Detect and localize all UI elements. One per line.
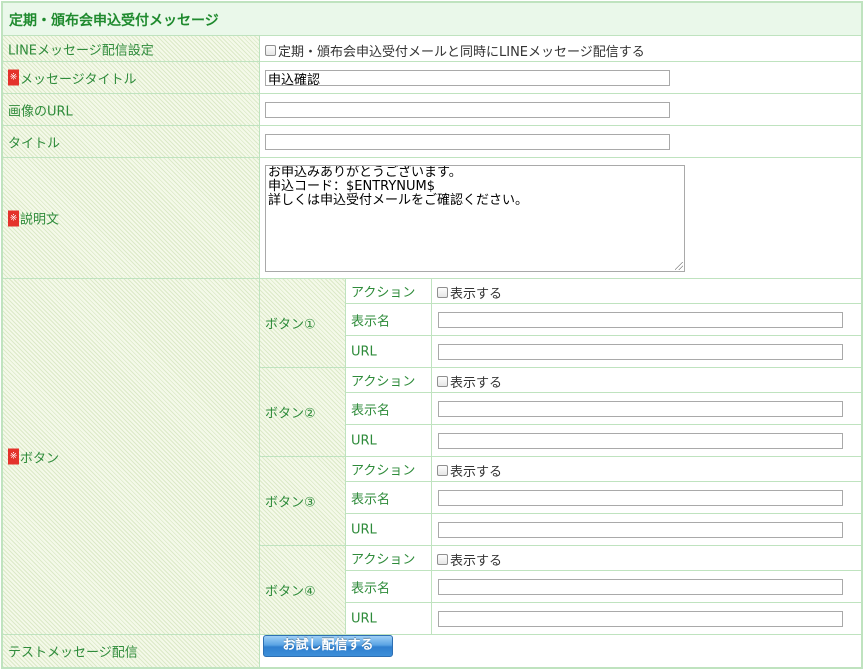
button-4-display-label: 表示名 bbox=[351, 581, 391, 596]
button-2-action-label: アクション bbox=[351, 374, 416, 390]
required-mark: ※ bbox=[8, 448, 19, 465]
button-4-url-cell bbox=[432, 603, 861, 634]
button-2-name: ボタン② bbox=[265, 406, 316, 422]
button-4-name-cell: ボタン④ bbox=[260, 546, 345, 634]
image-url-label: 画像のURL bbox=[8, 104, 73, 119]
description-textarea[interactable] bbox=[265, 165, 685, 272]
message-title-value-cell bbox=[260, 62, 861, 93]
button-2-show-checkbox[interactable] bbox=[437, 376, 448, 387]
button-2-url-label-cell: URL bbox=[346, 425, 431, 456]
button-1-show-checkbox[interactable] bbox=[437, 287, 448, 298]
title-label: タイトル bbox=[8, 136, 61, 151]
button-1-display-cell bbox=[432, 304, 861, 335]
required-mark: ※ bbox=[8, 210, 19, 226]
button-4-show-label: 表示する bbox=[450, 554, 503, 569]
button-4-display-name-input[interactable] bbox=[438, 579, 843, 595]
test-send-button[interactable]: お試し配信する bbox=[263, 635, 393, 657]
button-1-action-label: アクション bbox=[351, 285, 416, 301]
button-1-display-label-cell: 表示名 bbox=[346, 304, 431, 335]
button-2-url-input[interactable] bbox=[438, 433, 843, 449]
section-header: 定期・頒布会申込受付メッセージ bbox=[3, 3, 861, 36]
button-2-display-label-cell: 表示名 bbox=[346, 393, 431, 424]
resize-grip-icon[interactable] bbox=[675, 262, 683, 270]
button-3-name: ボタン③ bbox=[265, 495, 316, 511]
button-2-url-cell bbox=[432, 425, 861, 456]
button-3-action-cell: 表示する bbox=[432, 457, 861, 481]
buttons-label-cell: ※ ボタン bbox=[3, 279, 259, 634]
description-label-cell: ※ 説明文 bbox=[3, 158, 259, 278]
button-1-action-label-cell: アクション bbox=[346, 279, 431, 303]
required-mark: ※ bbox=[8, 69, 19, 86]
button-3-display-label: 表示名 bbox=[351, 492, 391, 507]
test-message-label-cell: テストメッセージ配信 bbox=[3, 635, 259, 667]
button-4-action-label: アクション bbox=[351, 552, 416, 568]
message-title-label-cell: ※ メッセージタイトル bbox=[3, 62, 259, 93]
button-4-url-label-cell: URL bbox=[346, 603, 431, 634]
image-url-value-cell bbox=[260, 94, 861, 125]
button-4-name: ボタン④ bbox=[265, 584, 316, 600]
button-2-action-cell: 表示する bbox=[432, 368, 861, 392]
title-input[interactable] bbox=[265, 134, 670, 150]
button-1-show-option[interactable]: 表示する bbox=[437, 283, 502, 302]
button-2-action-label-cell: アクション bbox=[346, 368, 431, 392]
line-message-form: 定期・頒布会申込受付メッセージ LINEメッセージ配信設定 定期・頒布会申込受付… bbox=[1, 1, 863, 669]
buttons-label: ボタン bbox=[20, 451, 60, 466]
button-1-display-name-input[interactable] bbox=[438, 312, 843, 328]
button-3-show-checkbox[interactable] bbox=[437, 465, 448, 476]
button-3-action-label: アクション bbox=[351, 463, 416, 479]
button-3-url-cell bbox=[432, 514, 861, 545]
button-4-show-checkbox[interactable] bbox=[437, 554, 448, 565]
button-4-url-label: URL bbox=[351, 611, 377, 626]
line-setting-label: LINEメッセージ配信設定 bbox=[8, 43, 154, 58]
title-label-cell: タイトル bbox=[3, 126, 259, 157]
image-url-input[interactable] bbox=[265, 102, 670, 118]
button-1-display-label: 表示名 bbox=[351, 314, 391, 329]
button-1-url-input[interactable] bbox=[438, 344, 843, 360]
button-3-show-option[interactable]: 表示する bbox=[437, 461, 502, 480]
button-2-display-cell bbox=[432, 393, 861, 424]
button-3-name-cell: ボタン③ bbox=[260, 457, 345, 545]
button-2-url-label: URL bbox=[351, 433, 377, 448]
button-4-show-option[interactable]: 表示する bbox=[437, 550, 502, 569]
line-setting-value-cell: 定期・頒布会申込受付メールと同時にLINEメッセージ配信する bbox=[260, 36, 861, 61]
button-3-url-input[interactable] bbox=[438, 522, 843, 538]
button-3-display-label-cell: 表示名 bbox=[346, 482, 431, 513]
button-3-url-label: URL bbox=[351, 522, 377, 537]
button-1-name: ボタン① bbox=[265, 317, 316, 333]
line-setting-label-cell: LINEメッセージ配信設定 bbox=[3, 36, 259, 61]
button-1-show-label: 表示する bbox=[450, 287, 503, 302]
line-setting-option[interactable]: 定期・頒布会申込受付メールと同時にLINEメッセージ配信する bbox=[265, 41, 645, 60]
button-2-show-label: 表示する bbox=[450, 376, 503, 391]
button-1-url-label-cell: URL bbox=[346, 336, 431, 367]
button-4-action-cell: 表示する bbox=[432, 546, 861, 570]
line-setting-checkbox-label: 定期・頒布会申込受付メールと同時にLINEメッセージ配信する bbox=[278, 45, 645, 60]
button-1-url-label: URL bbox=[351, 344, 377, 359]
button-1-url-cell bbox=[432, 336, 861, 367]
message-title-label: メッセージタイトル bbox=[20, 72, 137, 87]
description-label: 説明文 bbox=[20, 212, 60, 228]
button-3-url-label-cell: URL bbox=[346, 514, 431, 545]
button-2-name-cell: ボタン② bbox=[260, 368, 345, 456]
button-3-action-label-cell: アクション bbox=[346, 457, 431, 481]
button-4-action-label-cell: アクション bbox=[346, 546, 431, 570]
title-value-cell bbox=[260, 126, 861, 157]
button-2-display-name-input[interactable] bbox=[438, 401, 843, 417]
test-message-label: テストメッセージ配信 bbox=[8, 645, 138, 661]
image-url-label-cell: 画像のURL bbox=[3, 94, 259, 125]
button-3-display-name-input[interactable] bbox=[438, 490, 843, 506]
button-1-name-cell: ボタン① bbox=[260, 279, 345, 367]
section-title: 定期・頒布会申込受付メッセージ bbox=[9, 13, 219, 29]
description-value-cell bbox=[260, 158, 861, 278]
button-1-action-cell: 表示する bbox=[432, 279, 861, 303]
button-4-display-cell bbox=[432, 571, 861, 602]
button-3-display-cell bbox=[432, 482, 861, 513]
button-4-display-label-cell: 表示名 bbox=[346, 571, 431, 602]
line-setting-checkbox[interactable] bbox=[265, 45, 276, 56]
button-2-display-label: 表示名 bbox=[351, 403, 391, 418]
button-3-show-label: 表示する bbox=[450, 465, 503, 480]
message-title-input[interactable] bbox=[265, 70, 670, 86]
button-2-show-option[interactable]: 表示する bbox=[437, 372, 502, 391]
button-4-url-input[interactable] bbox=[438, 611, 843, 627]
